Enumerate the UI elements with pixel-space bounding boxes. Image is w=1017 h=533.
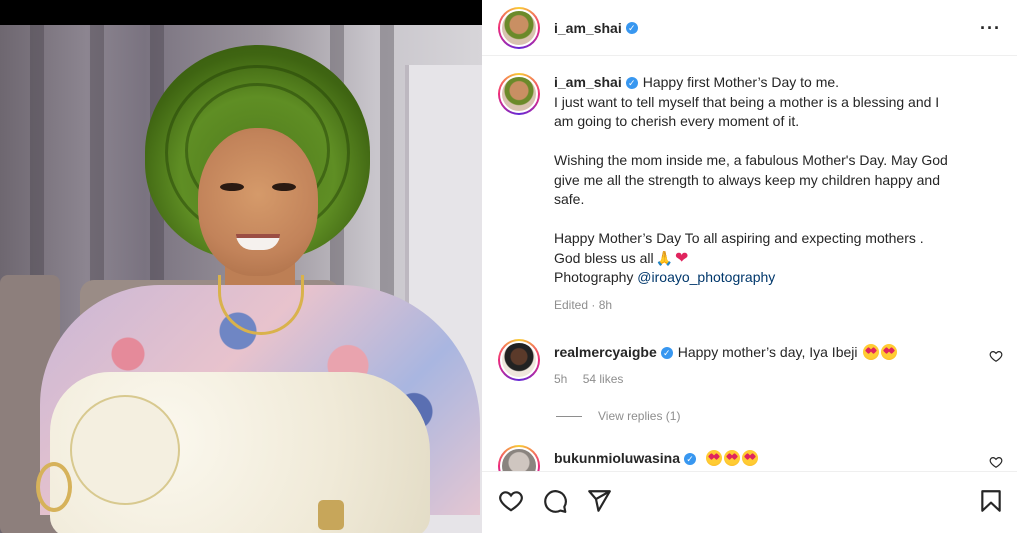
photography-label: Photography [554, 269, 634, 285]
caption-first-line: Happy first Mother’s Day to me. [642, 74, 840, 90]
view-replies-link[interactable]: View replies (1) [556, 409, 680, 423]
comment-item: bukunmioluwasina ✓ [498, 445, 1003, 471]
commenter-avatar[interactable] [498, 339, 540, 381]
heart-eyes-emoji-icon [724, 450, 741, 466]
like-comment-heart-icon[interactable] [989, 455, 1003, 469]
eye [272, 183, 296, 191]
post-header: i_am_shai ✓ ··· [482, 0, 1017, 56]
view-replies-label: View replies (1) [598, 409, 681, 423]
avatar-image [500, 75, 538, 113]
bookmark-icon[interactable] [978, 488, 1004, 514]
red-heart-emoji-icon: ❤ [675, 249, 689, 267]
caption-line: am going to cherish every moment of it. [554, 113, 800, 129]
post-image-pane [0, 0, 482, 533]
caption-line: God bless us all [554, 249, 654, 266]
bracelet [36, 462, 72, 512]
verified-badge-icon: ✓ [660, 347, 673, 360]
author-avatar[interactable] [498, 6, 540, 49]
replies-divider-line [556, 415, 582, 417]
avatar-image [500, 447, 538, 471]
commenter-username[interactable]: bukunmioluwasina [554, 450, 680, 466]
share-icon[interactable] [586, 488, 612, 514]
folded-hands-emoji-icon: 🙏 [655, 249, 674, 266]
avatar-image [500, 341, 538, 379]
comment-time: 5h [554, 372, 568, 386]
face [198, 128, 318, 276]
commenter-username[interactable]: realmercyaigbe [554, 344, 657, 360]
post-actions-bar [482, 471, 1017, 533]
post-side-panel: i_am_shai ✓ ··· i_am_shai ✓ Happy first Mo… [482, 0, 1017, 533]
comment-likes-count[interactable]: 54 likes [583, 372, 624, 386]
comments-section[interactable]: i_am_shai ✓ Happy first Mother’s Day to me… [482, 57, 1017, 471]
heart-eyes-emoji-icon [881, 344, 898, 360]
caption-line: Wishing the mom inside me, a fabulous Mo… [554, 152, 948, 168]
eye [220, 183, 244, 191]
comment-item: realmercyaigbe ✓ Happy mother’s day, Iya I… [498, 339, 1003, 388]
author-username[interactable]: i_am_shai [554, 20, 622, 36]
heart-icon[interactable] [498, 488, 524, 514]
caption-line: Happy Mother’s Day To all aspiring and e… [554, 230, 924, 246]
verified-badge-icon: ✓ [625, 77, 638, 90]
heart-eyes-emoji-icon [742, 450, 759, 466]
caption-line: give me all the strength to always keep … [554, 171, 940, 188]
comment-text: Happy mother’s day, Iya Ibeji [677, 344, 858, 360]
caption-text: i_am_shai ✓ Happy first Mother’s Day to me… [554, 73, 994, 315]
caption-line: safe. [554, 191, 585, 207]
caption-line: I just want to tell myself that being a … [554, 93, 940, 110]
baby-hood [70, 395, 180, 505]
wristwatch [318, 500, 344, 530]
photographer-mention-link[interactable]: @iroayo_photography [637, 269, 775, 285]
commenter-avatar[interactable] [498, 445, 540, 471]
more-horizontal-icon[interactable]: ··· [980, 18, 1001, 39]
avatar-image [500, 8, 538, 47]
verified-badge-icon: ✓ [625, 21, 638, 34]
caption-edited-time: Edited · 8h [554, 297, 613, 312]
heart-eyes-emoji-icon [706, 450, 723, 466]
caption-author-username[interactable]: i_am_shai [554, 74, 622, 90]
verified-badge-icon: ✓ [684, 453, 697, 466]
comment-icon[interactable] [542, 488, 568, 514]
post-caption: i_am_shai ✓ Happy first Mother’s Day to me… [498, 73, 994, 315]
caption-author-avatar[interactable] [498, 73, 540, 115]
heart-eyes-emoji-icon [863, 344, 880, 360]
like-comment-heart-icon[interactable] [989, 349, 1003, 363]
smile [236, 234, 280, 250]
